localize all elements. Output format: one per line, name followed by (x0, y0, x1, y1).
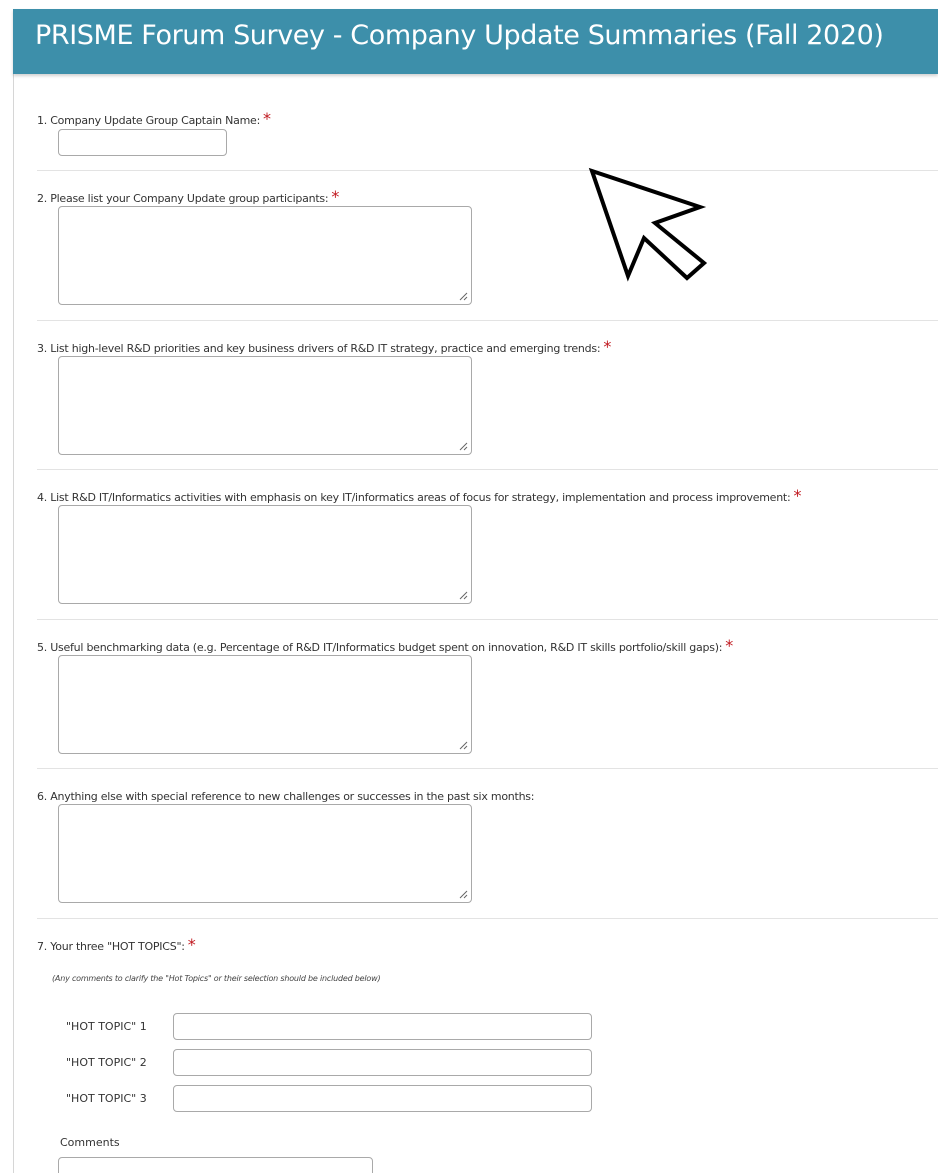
question-2-label: 2. Please list your Company Update group… (37, 192, 329, 205)
question-5-label: 5. Useful benchmarking data (e.g. Percen… (37, 641, 723, 654)
hot-topics-note: (Any comments to clarify the "Hot Topics… (52, 974, 381, 983)
survey-page: PRISME Forum Survey - Company Update Sum… (0, 0, 938, 1173)
required-marker: * (793, 486, 802, 505)
divider (37, 170, 938, 171)
question-1-label: 1. Company Update Group Captain Name: (37, 114, 261, 127)
question-5: 5. Useful benchmarking data (e.g. Percen… (37, 636, 938, 655)
divider (37, 619, 938, 620)
required-marker: * (603, 337, 612, 356)
captain-name-input[interactable] (58, 129, 227, 156)
question-3-label: 3. List high-level R&D priorities and ke… (37, 342, 601, 355)
divider (37, 918, 938, 919)
priorities-textarea[interactable] (58, 356, 472, 455)
page-title: PRISME Forum Survey - Company Update Sum… (35, 20, 884, 51)
challenges-textarea[interactable] (58, 804, 472, 903)
divider (37, 320, 938, 321)
survey-header: PRISME Forum Survey - Company Update Sum… (13, 9, 938, 74)
required-marker: * (187, 935, 196, 954)
divider (37, 469, 938, 470)
resize-grip-icon[interactable] (458, 590, 468, 600)
comments-label: Comments (60, 1136, 120, 1149)
benchmarking-textarea[interactable] (58, 655, 472, 754)
comments-textarea[interactable] (58, 1157, 373, 1173)
hot-topic-2-input[interactable] (173, 1049, 592, 1076)
question-6: 6. Anything else with special reference … (37, 785, 938, 804)
hot-topic-3-input[interactable] (173, 1085, 592, 1112)
question-7: 7. Your three "HOT TOPICS": * (37, 935, 938, 954)
required-marker: * (263, 109, 272, 128)
hot-topic-1-label: "HOT TOPIC" 1 (66, 1020, 147, 1033)
resize-grip-icon[interactable] (458, 889, 468, 899)
resize-grip-icon[interactable] (458, 441, 468, 451)
question-2: 2. Please list your Company Update group… (37, 187, 938, 206)
arrow-cursor-icon (588, 167, 708, 282)
required-marker: * (331, 187, 340, 206)
activities-textarea[interactable] (58, 505, 472, 604)
question-3: 3. List high-level R&D priorities and ke… (37, 337, 938, 356)
resize-grip-icon[interactable] (458, 740, 468, 750)
required-marker: * (725, 636, 734, 655)
hot-topic-3-label: "HOT TOPIC" 3 (66, 1092, 147, 1105)
question-6-label: 6. Anything else with special reference … (37, 790, 535, 803)
question-4-label: 4. List R&D IT/Informatics activities wi… (37, 491, 791, 504)
question-7-label: 7. Your three "HOT TOPICS": (37, 940, 185, 953)
hot-topic-2-label: "HOT TOPIC" 2 (66, 1056, 147, 1069)
resize-grip-icon[interactable] (458, 291, 468, 301)
left-border (13, 74, 14, 1173)
hot-topic-1-input[interactable] (173, 1013, 592, 1040)
divider (37, 768, 938, 769)
question-1: 1. Company Update Group Captain Name: * (37, 109, 938, 128)
participants-textarea[interactable] (58, 206, 472, 305)
question-4: 4. List R&D IT/Informatics activities wi… (37, 486, 938, 505)
